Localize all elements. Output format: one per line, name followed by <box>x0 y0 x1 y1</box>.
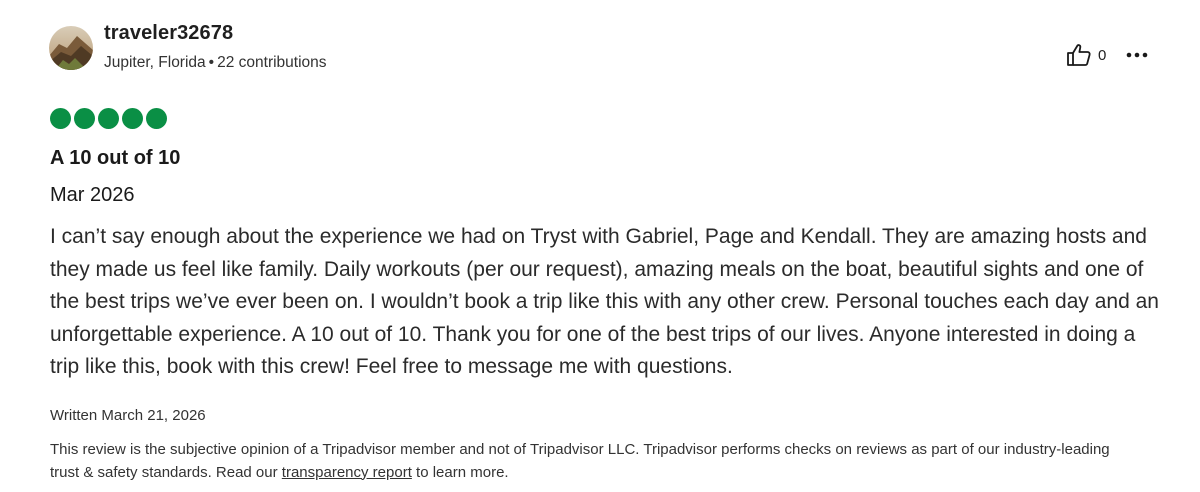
avatar[interactable] <box>49 26 93 70</box>
rating-bubble-icon <box>98 108 119 129</box>
reviewer-meta: Jupiter, Florida • 22 contributions <box>104 54 327 72</box>
written-date: Written March 21, 2026 <box>50 407 206 424</box>
review-disclaimer: This review is the subjective opinion of… <box>50 439 1130 484</box>
rating-bubble-icon <box>50 108 71 129</box>
review-card: traveler32678 Jupiter, Florida • 22 contri… <box>0 0 1200 492</box>
more-options-icon <box>1127 52 1148 58</box>
bubble-rating <box>50 108 167 129</box>
more-options-button[interactable] <box>1126 52 1148 58</box>
disclaimer-text-end: to learn more. <box>411 463 509 481</box>
rating-bubble-icon <box>74 108 95 129</box>
disclaimer-text: This review is the subjective opinion of… <box>50 441 1110 481</box>
user-avatar-photo-icon <box>49 26 93 70</box>
review-title: A 10 out of 10 <box>50 147 181 169</box>
review-actions: 0 <box>1066 42 1148 68</box>
rating-bubble-icon <box>122 108 143 129</box>
reviewer-contributions: 22 contributions <box>217 54 327 71</box>
helpful-count: 0 <box>1098 46 1107 64</box>
reviewer-location: Jupiter, Florida <box>104 54 206 71</box>
review-date: Mar 2026 <box>50 184 135 206</box>
reviewer-username[interactable]: traveler32678 <box>104 22 233 45</box>
rating-bubble-icon <box>146 108 167 129</box>
meta-separator: • <box>208 54 215 71</box>
helpful-vote-button[interactable]: 0 <box>1066 43 1106 67</box>
transparency-report-link[interactable]: transparency report <box>282 464 412 481</box>
thumbs-up-icon <box>1067 44 1091 66</box>
review-body: I can’t say enough about the experience … <box>50 225 1159 378</box>
